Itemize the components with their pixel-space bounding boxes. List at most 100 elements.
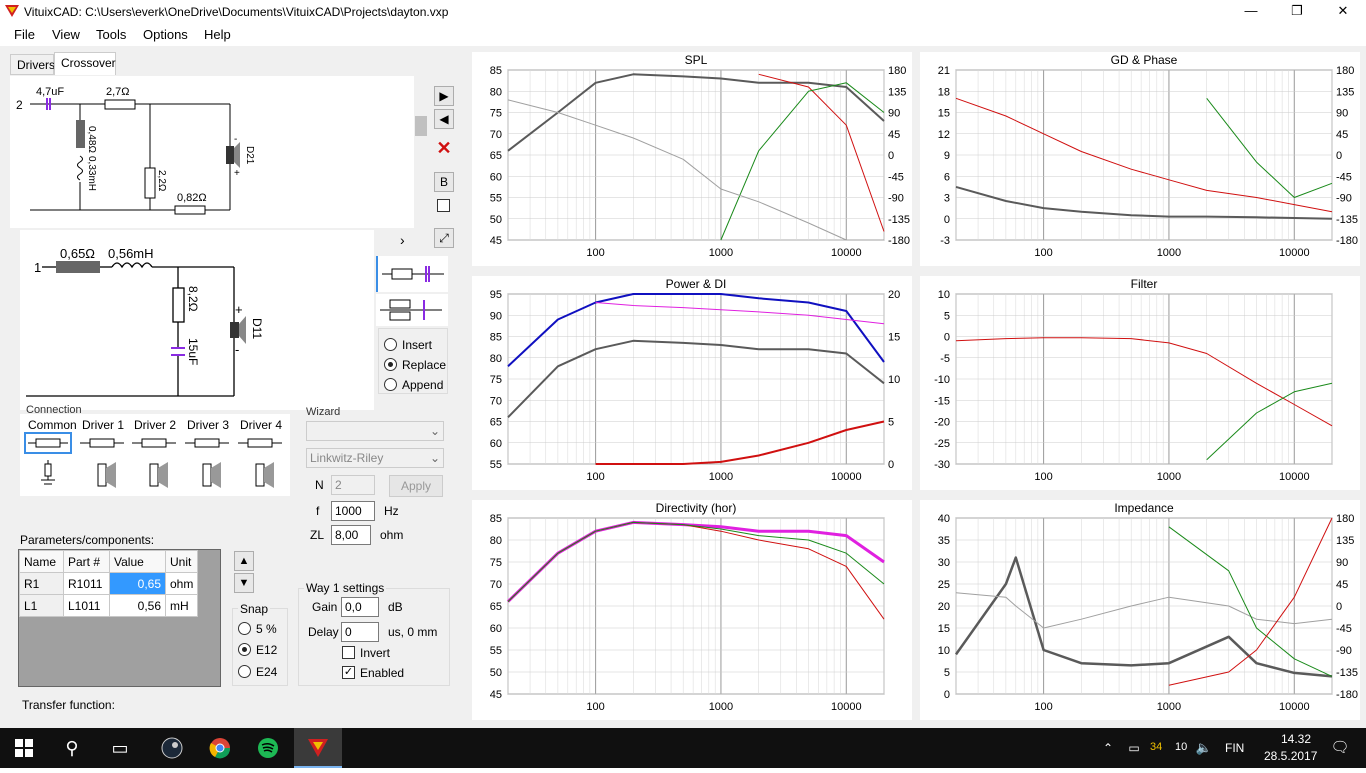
x-tick-label: 10000 (831, 701, 862, 713)
chrome-icon[interactable] (196, 728, 244, 768)
clock-date[interactable]: 28.5.2017 (1264, 749, 1317, 763)
conn-driver4-resistor[interactable] (236, 434, 284, 452)
steam-icon[interactable] (148, 728, 196, 768)
chart-impedance[interactable]: Impedance 100 1000 10000 0 5 10 15 20 25 30 35 40 -18… (920, 500, 1360, 720)
title-bar: VituixCAD: C:\Users\everk\OneDrive\Docum… (0, 0, 1366, 24)
snap-e24-radio[interactable] (238, 665, 251, 678)
y-tick-label: 90 (490, 310, 502, 322)
menu-tools[interactable]: Tools (96, 27, 126, 42)
speaker-icon[interactable] (252, 460, 282, 490)
volume-icon[interactable]: 🔈 (1192, 728, 1216, 768)
snap-e12-radio[interactable] (238, 643, 251, 656)
task-view-icon[interactable]: ▭ (96, 728, 144, 768)
chart-gd-phase[interactable]: GD & Phase 100 1000 10000 -3 0 3 6 9 12 15 18 21 -180… (920, 52, 1360, 266)
zl-input[interactable]: 8,00 (331, 525, 371, 545)
notifications-icon[interactable]: 🗨 (1316, 728, 1364, 768)
node1-label: 1 (34, 260, 42, 275)
battery-icon[interactable]: ▭ (1122, 728, 1146, 768)
speaker-icon[interactable] (146, 460, 176, 490)
enabled-checkbox[interactable]: ✓ (342, 666, 355, 679)
apply-button[interactable]: Apply (389, 475, 443, 497)
b-button[interactable]: B (434, 172, 454, 192)
tab-drivers[interactable]: Drivers (10, 54, 55, 75)
cell-value[interactable]: 0,56 (109, 594, 166, 617)
chart-directivity[interactable]: Directivity (hor) 100 1000 10000 45 50 55 60 65 7… (472, 500, 912, 720)
snap-5-radio[interactable] (238, 622, 251, 635)
menu-file[interactable]: File (14, 27, 35, 42)
replace-radio[interactable] (384, 358, 397, 371)
speaker-icon[interactable] (94, 460, 124, 490)
cell-part[interactable]: R1011 (63, 572, 110, 595)
chart-spl[interactable]: SPL 100 1000 10000 45 50 55 60 65 70 75 80 85 -180 -13… (472, 52, 912, 266)
chevron-right-icon[interactable]: › (400, 232, 405, 248)
tab-crossover[interactable]: Crossover (54, 52, 116, 75)
delay-input[interactable]: 0 (341, 622, 379, 642)
y-tick-label: 85 (490, 332, 502, 344)
clock-time[interactable]: 14.32 (1270, 732, 1322, 746)
y2-tick-label: -90 (1336, 193, 1352, 205)
cell-name[interactable]: R1 (19, 572, 64, 595)
menu-help[interactable]: Help (204, 27, 231, 42)
table-row[interactable]: R1 R1011 0,65 ohm (19, 572, 199, 595)
expand-icon[interactable]: ⤢ (434, 228, 454, 248)
minimize-button[interactable]: — (1228, 0, 1274, 24)
wizard-type-select[interactable] (306, 421, 444, 441)
conn-common-resistor[interactable] (24, 432, 72, 454)
close-button[interactable]: ✕ (1320, 0, 1366, 24)
table-row[interactable]: L1 L1011 0,56 mH (19, 594, 199, 617)
y-tick-label: 10 (938, 289, 950, 301)
plus-main-label: + (235, 302, 243, 317)
conn-driver2-resistor[interactable] (130, 434, 178, 452)
cell-unit[interactable]: mH (164, 594, 199, 617)
y2-tick-label: -45 (1336, 623, 1352, 635)
parallel-component-palette[interactable] (376, 294, 448, 326)
search-icon[interactable]: ⚲ (48, 728, 96, 768)
chart-filter[interactable]: Filter 100 1000 10000 -30 -25 -20 -15 -10 -5 0 5 10 (920, 276, 1360, 490)
insert-radio[interactable] (384, 338, 397, 351)
cell-value[interactable]: 0,65 (109, 572, 166, 595)
maximize-button[interactable]: ❐ (1274, 0, 1320, 24)
schematic-scrollbar[interactable] (414, 76, 428, 228)
schematic-way1[interactable]: 1 0,65Ω 0,56mH 8,2Ω 15uF D11 + - (20, 230, 374, 410)
chart-power-di[interactable]: Power & DI 100 1000 10000 55 60 65 70 75 80 85 90 95… (472, 276, 912, 490)
chevron-up-icon[interactable]: ⌃ (1096, 728, 1120, 768)
move-up-button[interactable]: ▶ (434, 86, 454, 106)
y2-tick-label: 180 (888, 65, 906, 77)
delete-icon[interactable]: ✕ (434, 139, 454, 159)
speaker-icon[interactable] (199, 460, 229, 490)
chevron-down-icon: ⌄ (430, 451, 441, 465)
language-indicator[interactable]: FIN (1225, 741, 1244, 755)
move-down-button[interactable]: ◀ (434, 109, 454, 129)
cell-name[interactable]: L1 (19, 594, 64, 617)
transfer-function-label: Transfer function: (22, 698, 115, 712)
square-icon[interactable] (437, 199, 450, 212)
x-tick-label: 1000 (709, 471, 733, 483)
wizard-label: Wizard (306, 406, 341, 418)
f-input[interactable]: 1000 (331, 501, 375, 521)
append-radio[interactable] (384, 378, 397, 391)
cell-unit[interactable]: ohm (164, 572, 199, 595)
wizard-filter-select[interactable]: Linkwitz-Riley (306, 448, 444, 468)
param-up-button[interactable]: ▲ (234, 551, 254, 571)
n-select[interactable]: 2 (331, 475, 375, 495)
r4-label: 0,82Ω (177, 192, 207, 204)
schematic-way2[interactable]: 2 4,7uF 2,7Ω 0,48Ω 0,33mH 2,2Ω D21 + - 0… (10, 76, 414, 228)
conn-driver3-resistor[interactable] (183, 434, 231, 452)
minus-main-label: - (235, 342, 240, 357)
cell-part[interactable]: L1011 (63, 594, 110, 617)
y-tick-label: 9 (944, 150, 950, 162)
gain-input[interactable]: 0,0 (341, 597, 379, 617)
ground-icon[interactable] (38, 460, 58, 490)
menu-options[interactable]: Options (143, 27, 188, 42)
conn-driver1-resistor[interactable] (78, 434, 126, 452)
spotify-icon[interactable] (244, 728, 292, 768)
vituixcad-taskbar-icon[interactable] (294, 728, 342, 768)
driver-label: D21 (244, 146, 255, 165)
y-tick-label: 18 (938, 86, 950, 98)
y2-tick-label: 45 (1336, 579, 1348, 591)
invert-checkbox[interactable] (342, 646, 355, 659)
series-component-palette[interactable] (376, 256, 448, 292)
param-down-button[interactable]: ▼ (234, 573, 254, 593)
menu-view[interactable]: View (52, 27, 80, 42)
windows-start-icon[interactable] (0, 728, 48, 768)
